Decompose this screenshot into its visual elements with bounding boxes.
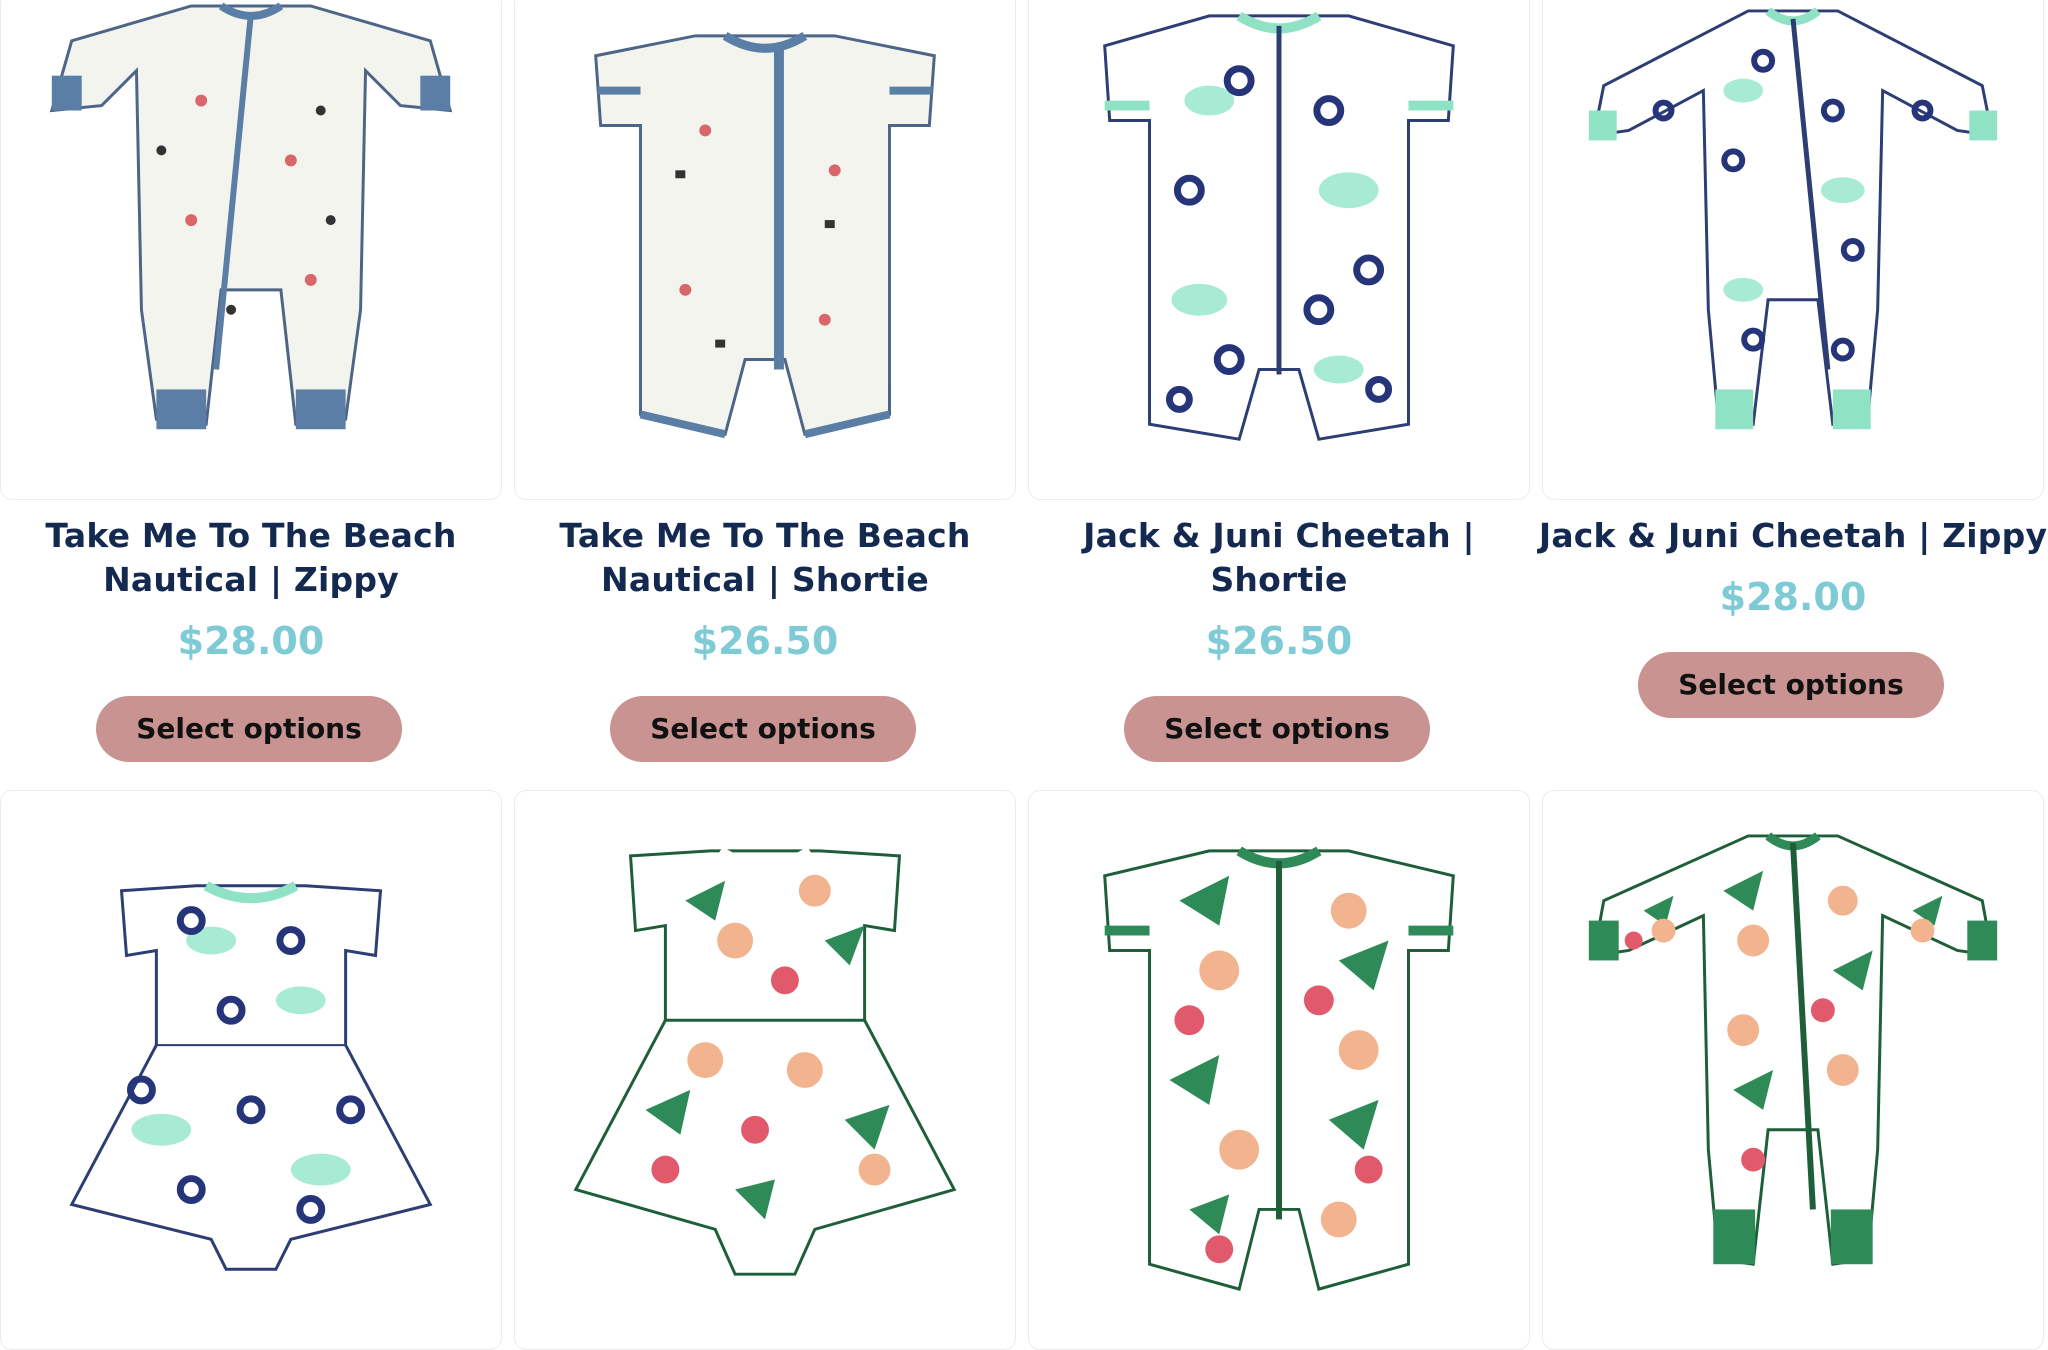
product-image-tropical-zippy[interactable] — [1542, 790, 2044, 1350]
product-title-line1[interactable]: Jack & Juni Cheetah | — [1008, 514, 1550, 558]
product-image-tropical-dress[interactable] — [514, 790, 1016, 1350]
romper-illustration — [49, 2, 453, 430]
dress-illustration — [69, 881, 433, 1271]
romper-illustration — [1103, 846, 1455, 1291]
product-title-line1[interactable]: Take Me To The Beach — [494, 514, 1036, 558]
product-title-line2[interactable]: Nautical | Zippy — [0, 558, 522, 602]
product-image-nautical-shortie[interactable] — [514, 0, 1016, 500]
product-image-tropical-shortie[interactable] — [1028, 790, 1530, 1350]
product-title-line1[interactable]: Jack & Juni Cheetah | Zippy — [1522, 514, 2048, 558]
select-options-button[interactable]: Select options — [610, 696, 916, 762]
dress-illustration — [573, 846, 957, 1276]
product-image-cheetah-shortie[interactable] — [1028, 0, 1530, 500]
select-options-button[interactable]: Select options — [96, 696, 402, 762]
select-options-button[interactable]: Select options — [1638, 652, 1944, 718]
romper-illustration — [1588, 7, 1998, 430]
product-price: $26.50 — [1205, 619, 1353, 663]
product-grid: Take Me To The Beach Nautical | Zippy $2… — [0, 0, 2048, 1350]
romper-illustration — [1588, 832, 1998, 1266]
product-title-line2[interactable]: Shortie — [1008, 558, 1550, 602]
product-price: $28.00 — [1719, 575, 1867, 619]
romper-illustration — [594, 31, 936, 439]
product-price: $26.50 — [691, 619, 839, 663]
product-price: $28.00 — [177, 619, 325, 663]
product-image-nautical-zippy[interactable] — [0, 0, 502, 500]
select-options-button[interactable]: Select options — [1124, 696, 1430, 762]
product-title-line1[interactable]: Take Me To The Beach — [0, 514, 522, 558]
product-title-line2[interactable]: Nautical | Shortie — [494, 558, 1036, 602]
product-image-cheetah-zippy[interactable] — [1542, 0, 2044, 500]
product-image-cheetah-dress[interactable] — [0, 790, 502, 1350]
romper-illustration — [1103, 11, 1455, 441]
